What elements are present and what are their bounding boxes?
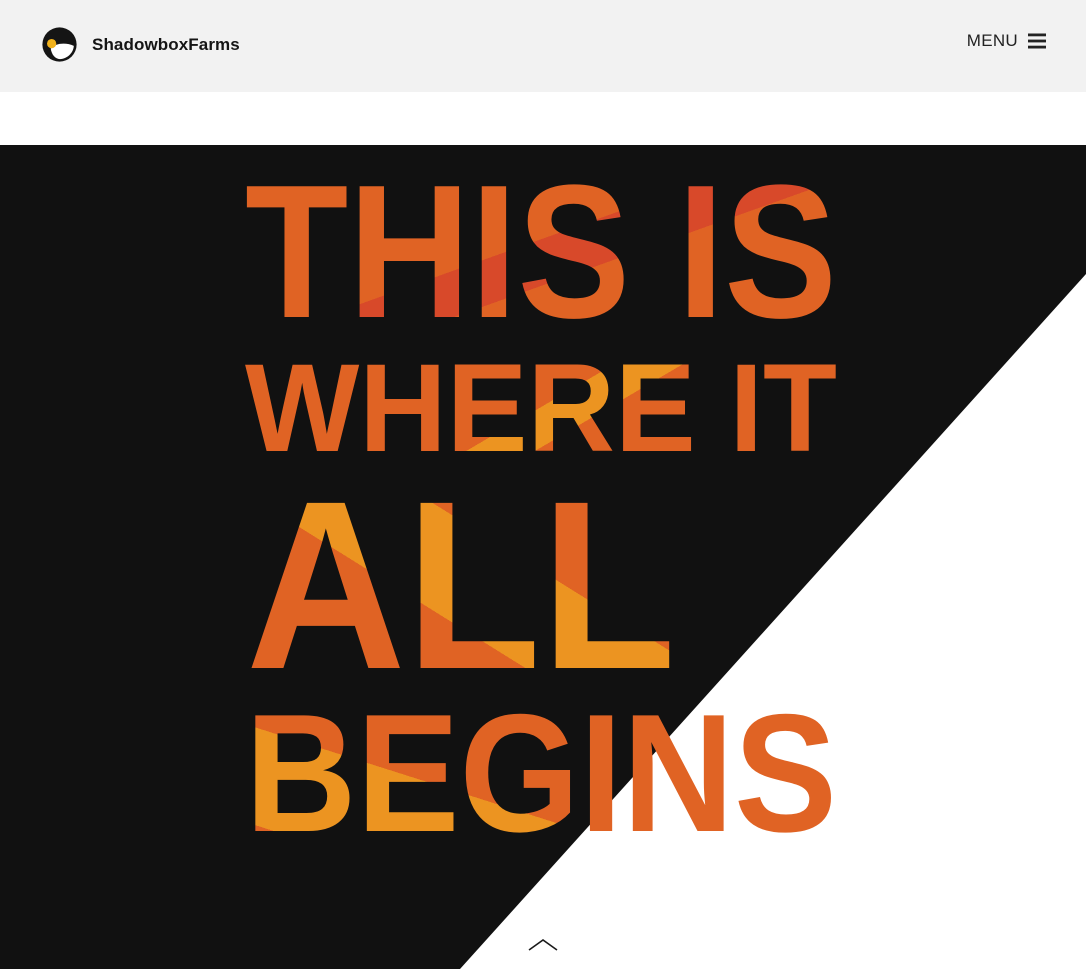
site-header: ShadowboxFarms MENU	[0, 0, 1086, 92]
hero-banner: THIS IS WHERE IT ALL BEGINS	[0, 145, 1086, 969]
hero-graphic: THIS IS WHERE IT ALL BEGINS	[0, 145, 1086, 969]
menu-label: MENU	[966, 31, 1018, 50]
hamburger-icon	[1028, 33, 1046, 49]
menu-button[interactable]: MENU	[967, 28, 1046, 54]
brand-name: ShadowboxFarms	[92, 35, 240, 54]
scroll-up-button[interactable]	[527, 937, 559, 953]
hero-line-1: THIS IS	[245, 146, 837, 358]
hero-line-4: BEGINS	[245, 679, 837, 867]
brand-home-link[interactable]: ShadowboxFarms	[41, 25, 240, 63]
shadowbox-sun-logo-icon	[42, 26, 77, 62]
chevron-up-icon	[528, 939, 558, 951]
